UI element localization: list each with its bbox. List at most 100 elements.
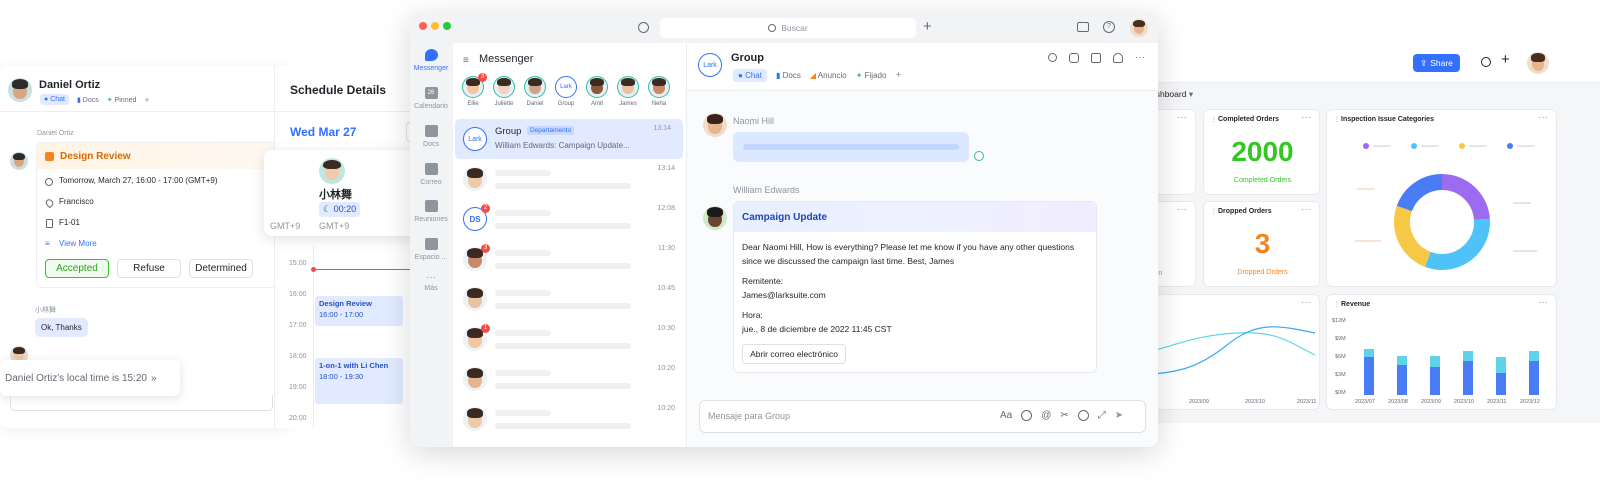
add-icon[interactable]: + [1501, 51, 1510, 68]
event-card[interactable]: Design Review Tomorrow, March 27, 16:00 … [36, 142, 290, 288]
title-bar: Buscar + ? [410, 13, 1158, 43]
story-item[interactable]: 3 Ellie [459, 73, 487, 107]
completed-orders-card[interactable]: ⋮ Completed Orders ··· 2000 Completed Or… [1203, 109, 1320, 195]
message-composer[interactable]: Mensaje para Group Aa @ ✂ ⤢ ➤ [699, 400, 1146, 433]
avatar[interactable] [1130, 19, 1148, 37]
tab-docs[interactable]: ▮ Docs [776, 71, 801, 80]
minimize-window-button[interactable] [431, 22, 439, 30]
line-chart-card[interactable]: ··· 2023/09 2023/10 2023/11 [1136, 294, 1320, 410]
calendar-icon[interactable] [1091, 53, 1101, 63]
history-icon[interactable] [638, 22, 649, 33]
unread-badge: 1 [481, 324, 490, 333]
search-icon[interactable] [1481, 57, 1491, 67]
composer-input[interactable]: Mensaje para Group [708, 411, 790, 421]
event-block[interactable]: 1-on-1 with Li Chen 18:00 - 19:30 [315, 358, 403, 404]
sender-avatar[interactable] [703, 206, 727, 230]
event-block[interactable]: Design Review 16:00 - 17:00 [315, 296, 403, 326]
local-time-toast[interactable]: Daniel Ortiz's local time is 15:20 » [0, 360, 180, 396]
collapse-icon[interactable]: ≡ [463, 55, 469, 66]
add-tab-button[interactable]: + [144, 95, 149, 105]
mention-icon[interactable]: @ [1041, 410, 1051, 421]
popup-local-time: ☾ 00:20 [319, 202, 361, 217]
profile-popup[interactable]: 小林舞 ☾ 00:20 GMT+9 GMT+9 [264, 150, 424, 236]
avatar[interactable] [8, 78, 32, 102]
search-bar[interactable]: Buscar [660, 18, 916, 38]
tab-pinned[interactable]: ✦ Pinned [107, 96, 137, 104]
tab-announcement[interactable]: ◢ Anuncio [810, 71, 847, 80]
rail-item-mail[interactable]: Correo [410, 163, 452, 186]
more-icon[interactable]: ··· [1177, 112, 1187, 123]
close-window-button[interactable] [419, 22, 427, 30]
sender-avatar[interactable] [10, 152, 28, 170]
more-icon[interactable]: ··· [1301, 204, 1311, 215]
share-button[interactable]: ⇪ Share [1413, 54, 1460, 72]
open-email-button[interactable]: Abrir correo electrónico [742, 344, 846, 364]
more-icon[interactable]: ··· [1538, 112, 1548, 123]
accept-button[interactable]: Accepted [45, 259, 109, 278]
more-icon[interactable]: ··· [1301, 112, 1311, 123]
add-tab-button[interactable]: + [895, 70, 901, 81]
drag-handle-icon[interactable]: ⋮ [1211, 116, 1217, 123]
story-item[interactable]: James [614, 76, 642, 107]
help-icon[interactable]: ? [1103, 21, 1115, 33]
send-icon[interactable]: ➤ [1115, 410, 1123, 421]
story-item[interactable]: Amit [583, 76, 611, 107]
dropped-orders-card[interactable]: ⋮ Dropped Orders ··· 3 Dropped Orders [1203, 201, 1320, 287]
revenue-card[interactable]: ⋮ Revenue ··· $12M $9M $6M $3M $0M 2023/… [1326, 294, 1557, 410]
scissors-icon[interactable]: ✂ [1060, 410, 1068, 421]
rail-item-docs[interactable]: Docs [410, 125, 452, 148]
more-icon[interactable]: ··· [1538, 297, 1548, 308]
more-icon[interactable]: ··· [1177, 204, 1187, 215]
group-logo[interactable]: Lark [698, 53, 722, 77]
add-attachment-icon[interactable] [1077, 410, 1089, 421]
inspection-card[interactable]: ⋮ Inspection Issue Categories ··· [1326, 109, 1557, 287]
rail-item-messenger[interactable]: Messenger [410, 49, 452, 72]
chat-list-item[interactable]: 1 10:30 [455, 319, 687, 359]
chat-preview-placeholder [495, 183, 631, 189]
chat-user-name[interactable]: Daniel Ortiz [39, 79, 100, 91]
text-format-icon[interactable]: Aa [1000, 410, 1012, 421]
tab-pinned[interactable]: ✦ Fijado [856, 71, 887, 80]
more-icon[interactable]: ··· [1135, 53, 1145, 63]
reply-bubble: Ok, Thanks [35, 318, 88, 337]
chat-list-item[interactable]: 10:20 [455, 359, 687, 399]
chat-list-item[interactable]: Lark Group Departamento William Edwards: Ca… [455, 119, 683, 159]
email-card[interactable]: Campaign Update Dear Naomi Hill, How is … [733, 201, 1097, 373]
rail-item-more[interactable]: ··· Más [410, 273, 452, 293]
drag-handle-icon[interactable]: ⋮ [1211, 208, 1217, 215]
rail-item-workspace[interactable]: Espacio ... [410, 238, 452, 261]
message-bubble [733, 132, 969, 162]
view-more-link[interactable]: View More [59, 239, 97, 248]
tab-chat[interactable]: ● Chat [40, 94, 69, 105]
chat-list-item[interactable]: DS 2 12:08 [455, 199, 687, 239]
call-icon[interactable] [1069, 53, 1079, 63]
conversation-header [687, 43, 1158, 91]
sender-avatar[interactable] [703, 113, 727, 137]
story-item[interactable]: Neha [645, 76, 673, 107]
drag-handle-icon[interactable]: ⋮ [1334, 301, 1340, 308]
chat-list-item[interactable]: 10:45 [455, 279, 687, 319]
refuse-button[interactable]: Refuse [117, 259, 181, 278]
determined-button[interactable]: Determined [189, 259, 253, 278]
chat-list-item[interactable]: 10:20 [455, 399, 687, 439]
search-icon[interactable] [1048, 53, 1057, 62]
rail-item-meetings[interactable]: Reuniones [410, 200, 452, 223]
emoji-icon[interactable] [1021, 410, 1033, 421]
avatar[interactable] [1527, 52, 1549, 74]
drag-handle-icon[interactable]: ⋮ [1334, 116, 1340, 123]
inbox-icon[interactable] [1077, 22, 1089, 32]
tab-docs[interactable]: ▮ Docs [77, 96, 99, 104]
maximize-window-button[interactable] [443, 22, 451, 30]
chat-list-item[interactable]: 13:14 [455, 159, 687, 199]
add-member-icon[interactable] [1113, 53, 1123, 63]
expand-icon[interactable]: ⤢ [1098, 410, 1106, 421]
story-item[interactable]: Lark Group [552, 76, 580, 107]
chat-list-item[interactable]: 3 11:30 [455, 239, 687, 279]
rail-item-calendar[interactable]: 26 Calendario [410, 87, 452, 110]
story-item[interactable]: Daniel [521, 76, 549, 107]
story-item[interactable]: Juliette [490, 76, 518, 107]
add-icon[interactable]: + [923, 18, 932, 35]
schedule-date[interactable]: Wed Mar 27 [290, 125, 356, 139]
more-icon[interactable]: ··· [1301, 297, 1311, 308]
tab-chat[interactable]: ● Chat [733, 69, 767, 82]
